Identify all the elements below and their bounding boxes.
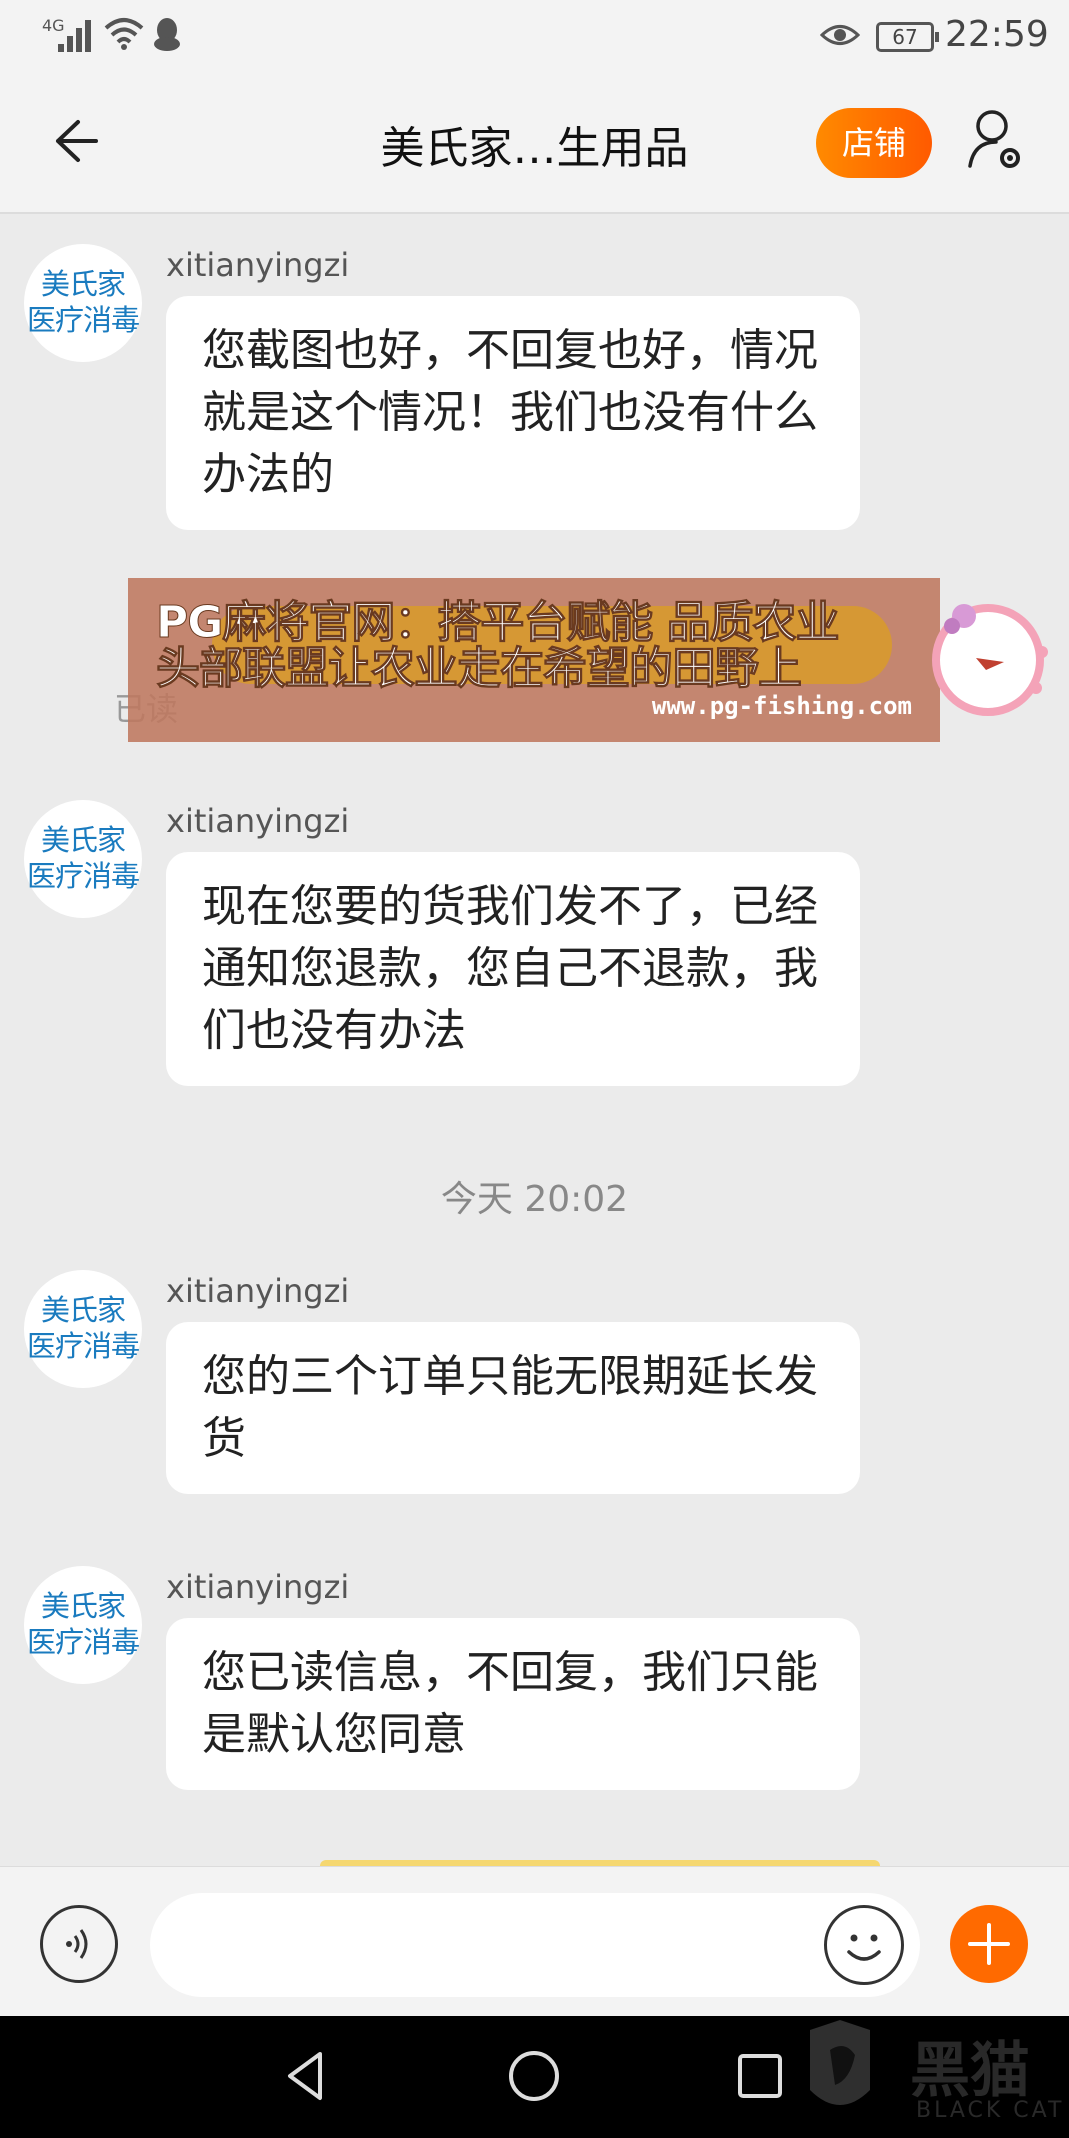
avatar-line1: 美氏家 [40,267,126,301]
message-bubble[interactable]: 现在您要的货我们发不了，已经通知您退款，您自己不退款，我们也没有办法 [166,852,860,1086]
watermark-cn: 黑猫 [910,2036,1030,2106]
sender-name: xitianyingzi [166,1272,350,1310]
sender-name: xitianyingzi [166,1568,350,1606]
user-settings-icon[interactable] [966,106,1030,176]
voice-icon[interactable] [40,1905,118,1983]
eye-comfort-icon [819,20,861,54]
avatar-line2: 医疗消毒 [26,1625,140,1659]
avatar-line1: 美氏家 [40,823,126,857]
ad-headline: PG麻将官网：搭平台赋能 品质农业 头部联盟让农业走在希望的田野上 [156,597,841,694]
sender-name: xitianyingzi [166,802,350,840]
watermark-en: BLACK CAT [916,2098,1065,2123]
timestamp: 今天 20:02 [440,1179,629,1220]
emoji-icon[interactable] [824,1905,904,1985]
nav-home-icon[interactable] [504,2046,564,2106]
nav-back-icon[interactable] [276,2046,336,2106]
qq-icon [152,16,182,52]
message-list[interactable]: 美氏家 医疗消毒 xitianyingzi 您截图也好，不回复也好，情况就是这个… [0,216,1069,1870]
input-bar [0,1866,1069,2016]
avatar-line2: 医疗消毒 [26,303,140,337]
avatar-line1: 美氏家 [40,1589,126,1623]
ad-url: www.pg-fishing.com [651,692,912,720]
clock: 22:59 [945,14,1049,55]
ad-mascot-icon[interactable] [916,592,1056,722]
shop-button[interactable]: 店铺 [816,108,932,178]
avatar-line2: 医疗消毒 [26,1329,140,1363]
arrow-left-icon[interactable] [48,114,102,168]
message-input[interactable] [150,1893,920,1997]
nav-recents-icon[interactable] [730,2046,790,2106]
ad-banner[interactable]: PG麻将官网：搭平台赋能 品质农业 头部联盟让农业走在希望的田野上 www.pg… [128,578,940,742]
wifi-icon [104,16,144,56]
ad-line2: 头部联盟让农业走在希望的田野上 [156,643,803,694]
message-bubble[interactable]: 您截图也好，不回复也好，情况就是这个情况！我们也没有什么办法的 [166,296,860,530]
battery-indicator: 67 [876,22,939,52]
status-bar: 4G 67 22:59 [0,0,1069,70]
ad-line1: PG麻将官网：搭平台赋能 品质农业 [156,597,841,648]
avatar-line2: 医疗消毒 [26,859,140,893]
avatar[interactable]: 美氏家 医疗消毒 [24,244,142,362]
plus-icon[interactable] [950,1905,1028,1983]
chat-header: 美氏家…生用品 店铺 [0,70,1069,214]
message-bubble[interactable]: 您已读信息，不回复，我们只能是默认您同意 [166,1618,860,1790]
black-cat-watermark: 黑猫 BLACK CAT [800,2010,1069,2138]
avatar[interactable]: 美氏家 医疗消毒 [24,1566,142,1684]
signal-icon [58,18,94,52]
chat-title: 美氏家…生用品 [380,123,689,174]
avatar[interactable]: 美氏家 医疗消毒 [24,1270,142,1388]
sender-name: xitianyingzi [166,246,350,284]
avatar-line1: 美氏家 [40,1293,126,1327]
avatar[interactable]: 美氏家 医疗消毒 [24,800,142,918]
message-bubble[interactable]: 您的三个订单只能无限期延长发货 [166,1322,860,1494]
